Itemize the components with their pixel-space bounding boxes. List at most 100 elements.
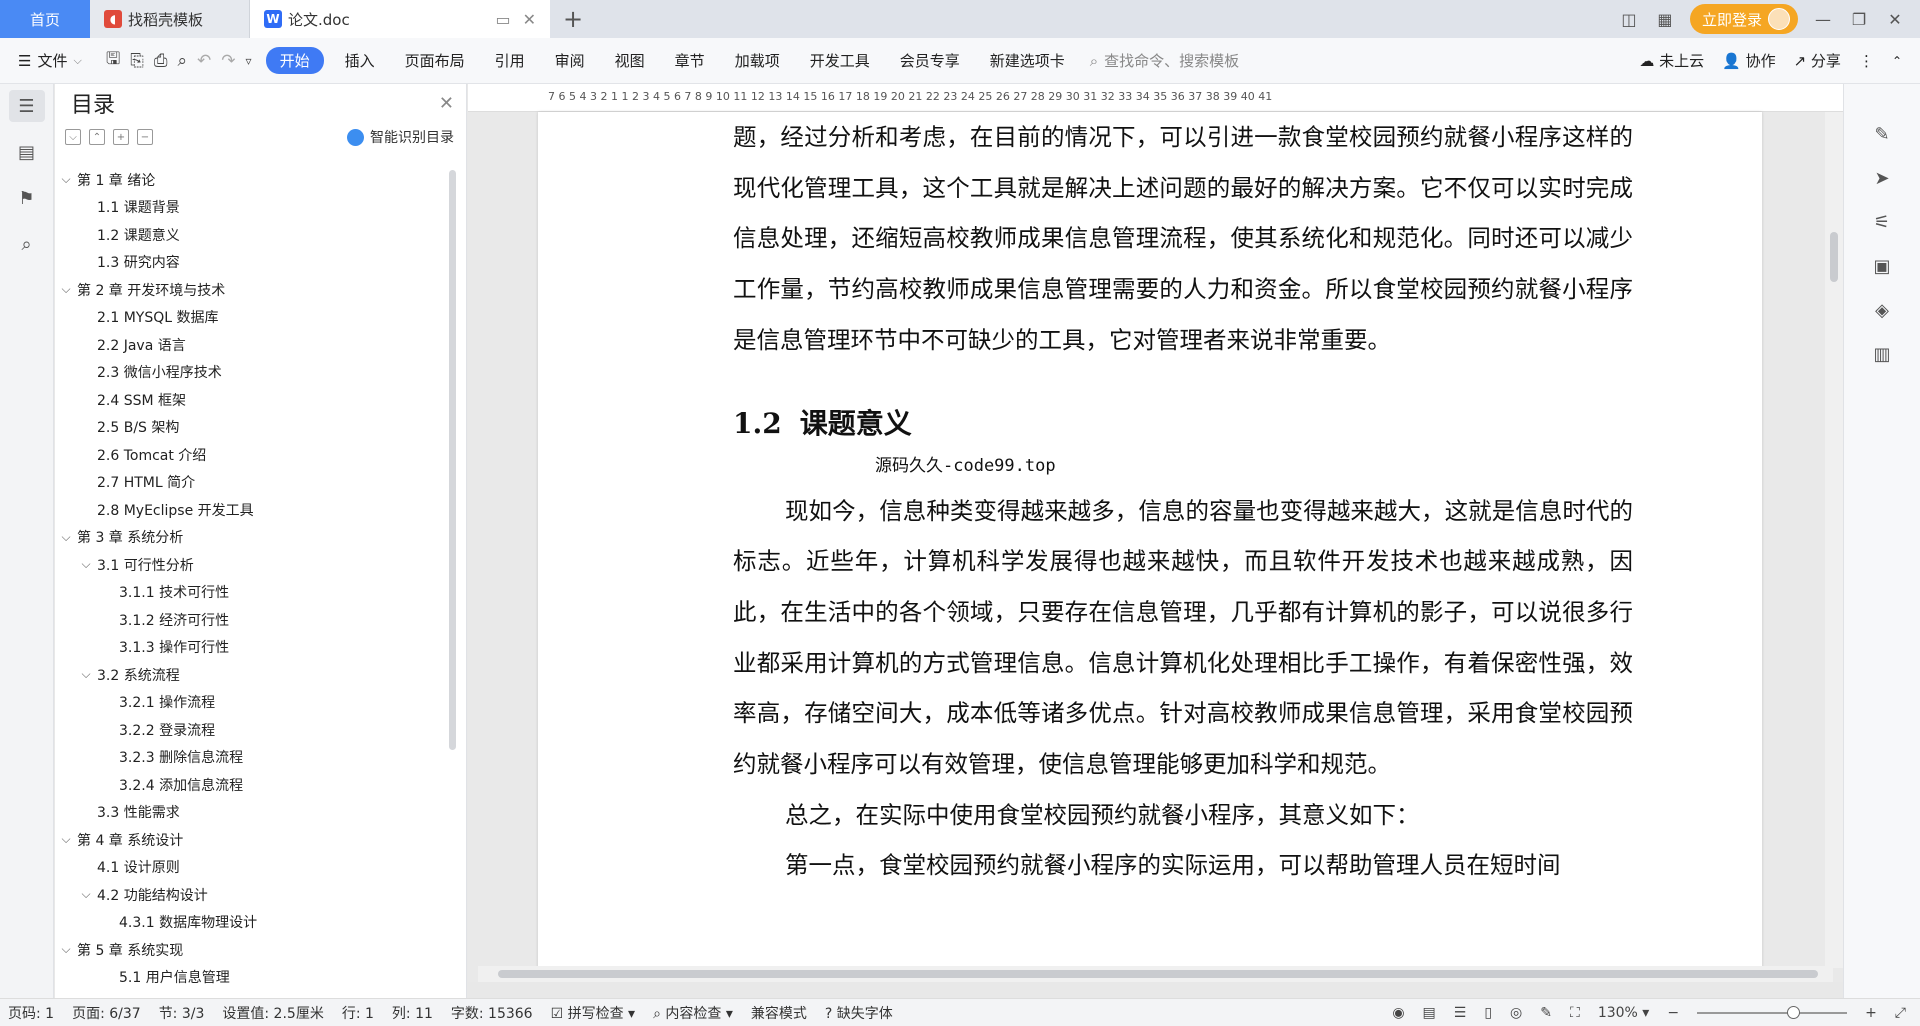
smart-toc-button[interactable]: 智能识别目录: [347, 127, 454, 147]
redo-icon[interactable]: ↷: [221, 51, 235, 71]
toc-item[interactable]: 2.5 B/S 架构: [55, 414, 445, 442]
file-menu[interactable]: ☰ 文件 ⌵: [0, 50, 96, 71]
toc-item[interactable]: 3.2.1 操作流程: [55, 689, 445, 717]
layout-icon[interactable]: ◫: [1618, 10, 1640, 29]
save-icon[interactable]: 🖫: [106, 46, 120, 75]
toc-item[interactable]: ⌵ 第 1 章 绪论: [55, 166, 445, 194]
zoom-out-icon[interactable]: −: [1667, 1005, 1679, 1021]
content-check-button[interactable]: ⌕ 内容检查 ▾: [653, 1003, 733, 1023]
toc-item[interactable]: 3.2.4 添加信息流程: [55, 771, 445, 799]
document-content[interactable]: 题，经过分析和考虑，在目前的情况下，可以引进一款食堂校园预约就餐小程序这样的现代…: [733, 112, 1633, 891]
collab-button[interactable]: 👤 协作: [1722, 50, 1775, 71]
fit-page-icon[interactable]: ⛶: [1570, 1005, 1580, 1021]
adjust-icon[interactable]: ⚟: [1868, 210, 1896, 234]
toc-item[interactable]: ⌵ 第 2 章 开发环境与技术: [55, 276, 445, 304]
tab-document[interactable]: W 论文.doc ▭ ✕: [250, 0, 550, 38]
menu-chapter[interactable]: 章节: [660, 50, 720, 71]
horizontal-ruler[interactable]: 7 6 5 4 3 2 1 1 2 3 4 5 6 7 8 9 10 11 12…: [468, 84, 1843, 112]
horizontal-scrollbar[interactable]: [478, 966, 1833, 982]
toc-item[interactable]: 2.4 SSM 框架: [55, 386, 445, 414]
toc-item[interactable]: 1.2 课题意义: [55, 221, 445, 249]
toc-item[interactable]: 2.7 HTML 简介: [55, 469, 445, 497]
menu-new-tab[interactable]: 新建选项卡: [975, 50, 1080, 71]
eye-protect-icon[interactable]: ◉: [1392, 1005, 1404, 1021]
paragraph[interactable]: 第一点，食堂校园预约就餐小程序的实际运用，可以帮助管理人员在短时间: [733, 840, 1633, 891]
toc-item[interactable]: 2.2 Java 语言: [55, 331, 445, 359]
minimize-icon[interactable]: —: [1812, 10, 1834, 29]
close-tab-icon[interactable]: ✕: [523, 10, 536, 29]
toc-panel-icon[interactable]: ☰: [8, 90, 45, 122]
undo-icon[interactable]: ↶: [197, 51, 211, 71]
fullscreen-icon[interactable]: ⤢: [1895, 1005, 1906, 1021]
reading-view-icon[interactable]: ▯: [1484, 1005, 1492, 1021]
toc-item[interactable]: 3.1.1 技术可行性: [55, 579, 445, 607]
menu-insert[interactable]: 插入: [330, 50, 390, 71]
expand-all-icon[interactable]: ⌃: [89, 129, 105, 145]
zoom-slider[interactable]: [1697, 1005, 1848, 1019]
cursor-icon[interactable]: ➤: [1868, 166, 1896, 190]
chevron-down-icon[interactable]: ⌵: [59, 282, 73, 297]
menu-developer[interactable]: 开发工具: [795, 50, 885, 71]
toc-item[interactable]: 4.1 设计原则: [55, 854, 445, 882]
toc-item[interactable]: 5.1 用户信息管理: [55, 964, 445, 992]
print-icon[interactable]: ⎙: [154, 51, 168, 71]
toc-item[interactable]: 2.8 MyEclipse 开发工具: [55, 496, 445, 524]
toc-item[interactable]: 3.2.2 登录流程: [55, 716, 445, 744]
toc-item[interactable]: 2.3 微信小程序技术: [55, 359, 445, 387]
zoom-slider-knob[interactable]: [1787, 1005, 1801, 1019]
close-window-icon[interactable]: ✕: [1884, 10, 1906, 29]
chevron-down-icon[interactable]: ⌵: [59, 832, 73, 847]
toc-item[interactable]: 3.1.3 操作可行性: [55, 634, 445, 662]
bookmark-icon[interactable]: ⚑: [9, 182, 45, 214]
status-page-code[interactable]: 页码: 1: [8, 1003, 54, 1023]
status-setting[interactable]: 设置值: 2.5厘米: [222, 1003, 323, 1023]
toc-item[interactable]: 3.1.2 经济可行性: [55, 606, 445, 634]
menu-review[interactable]: 审阅: [540, 50, 600, 71]
toc-item[interactable]: 3.3 性能需求: [55, 799, 445, 827]
toc-item[interactable]: 2.6 Tomcat 介绍: [55, 441, 445, 469]
web-view-icon[interactable]: ◎: [1510, 1005, 1522, 1021]
chevron-down-icon[interactable]: ⌵: [59, 172, 73, 187]
zoom-in-icon[interactable]: +: [1865, 1005, 1877, 1021]
toc-item[interactable]: 1.3 研究内容: [55, 249, 445, 277]
document-page[interactable]: 题，经过分析和考虑，在目前的情况下，可以引进一款食堂校园预约就餐小程序这样的现代…: [538, 112, 1762, 982]
compat-mode[interactable]: 兼容模式: [751, 1003, 807, 1023]
paragraph[interactable]: 现如今，信息种类变得越来越多，信息的容量也变得越来越大，这就是信息时代的标志。近…: [733, 486, 1633, 790]
search-panel-icon[interactable]: ⌕: [9, 228, 45, 260]
menu-member[interactable]: 会员专享: [885, 50, 975, 71]
chevron-down-icon[interactable]: ⌵: [79, 667, 93, 682]
outline-view-icon[interactable]: ☰: [1454, 1005, 1467, 1021]
paragraph[interactable]: 题，经过分析和考虑，在目前的情况下，可以引进一款食堂校园预约就餐小程序这样的现代…: [733, 112, 1633, 366]
write-mode-icon[interactable]: ✎: [1540, 1005, 1552, 1021]
cloud-status[interactable]: ☁ 未上云: [1639, 50, 1704, 71]
vertical-scroll-thumb[interactable]: [1830, 232, 1838, 282]
toc-item[interactable]: ⌵ 第 4 章 系统设计: [55, 826, 445, 854]
status-section[interactable]: 节: 3/3: [159, 1003, 205, 1023]
page-view-icon[interactable]: ▤: [1423, 1005, 1436, 1021]
menu-references[interactable]: 引用: [480, 50, 540, 71]
add-heading-icon[interactable]: +: [113, 129, 129, 145]
pen-icon[interactable]: ✎: [1868, 122, 1896, 146]
print-preview-icon[interactable]: ⌕: [178, 51, 188, 71]
customize-toolbar-icon[interactable]: ▿: [246, 54, 252, 68]
book-icon[interactable]: ▥: [1868, 342, 1896, 366]
toc-item[interactable]: ⌵ 3.1 可行性分析: [55, 551, 445, 579]
command-search[interactable]: ⌕ 查找命令、搜索模板: [1090, 50, 1239, 71]
float-window-icon[interactable]: ▭: [495, 10, 510, 29]
vertical-scrollbar[interactable]: [1825, 112, 1843, 968]
export-icon[interactable]: ⎘: [130, 51, 144, 71]
image-tool-icon[interactable]: ▣: [1868, 254, 1896, 278]
chevron-down-icon[interactable]: ⌵: [79, 887, 93, 902]
apps-grid-icon[interactable]: ▦: [1654, 10, 1676, 29]
ai-tool-icon[interactable]: ◈: [1868, 298, 1896, 322]
toc-item[interactable]: ⌵ 第 5 章 系统实现: [55, 936, 445, 964]
menu-page-layout[interactable]: 页面布局: [390, 50, 480, 71]
close-icon[interactable]: ✕: [439, 93, 454, 114]
horizontal-scroll-thumb[interactable]: [498, 970, 1818, 978]
toc-scrollbar[interactable]: [449, 170, 456, 750]
login-button[interactable]: 立即登录: [1689, 4, 1798, 34]
status-page[interactable]: 页面: 6/37: [72, 1003, 141, 1023]
new-tab-button[interactable]: +: [550, 0, 596, 38]
chevron-down-icon[interactable]: ⌵: [59, 942, 73, 957]
toc-item[interactable]: ⌵ 3.2 系统流程: [55, 661, 445, 689]
